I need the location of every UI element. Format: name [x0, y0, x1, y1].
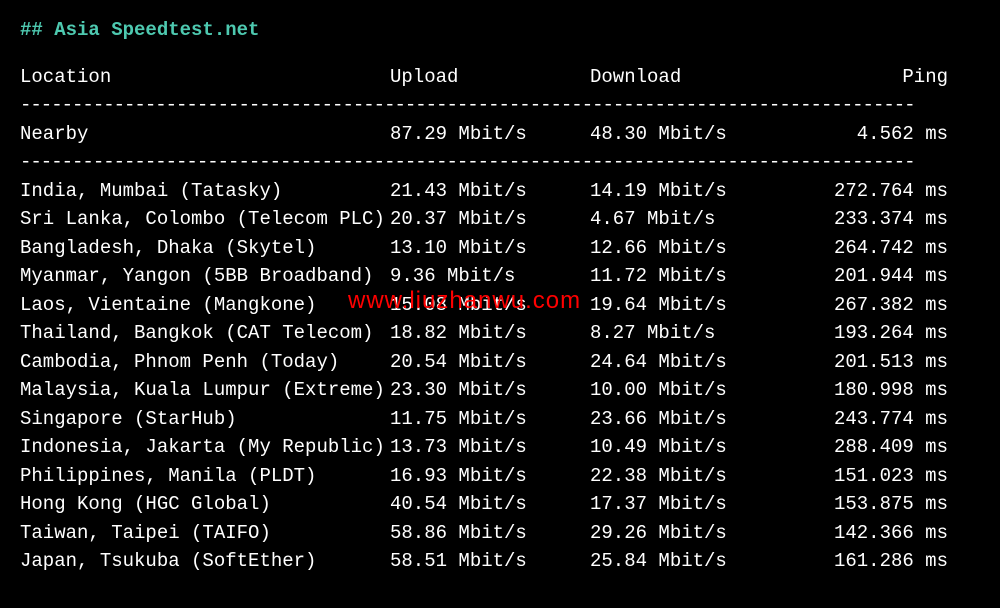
row-upload: 40.54 Mbit/s — [390, 490, 590, 519]
row-download: 17.37 Mbit/s — [590, 490, 790, 519]
row-location: Taiwan, Taipei (TAIFO) — [20, 519, 390, 548]
row-ping: 180.998 ms — [790, 376, 948, 405]
divider-line: ----------------------------------------… — [20, 148, 980, 177]
divider-line: ----------------------------------------… — [20, 91, 980, 120]
row-location: Thailand, Bangkok (CAT Telecom) — [20, 319, 390, 348]
row-location: Bangladesh, Dhaka (Skytel) — [20, 234, 390, 263]
row-ping: 153.875 ms — [790, 490, 948, 519]
row-upload: 20.54 Mbit/s — [390, 348, 590, 377]
table-row: Sri Lanka, Colombo (Telecom PLC)20.37 Mb… — [20, 205, 980, 234]
table-row: Singapore (StarHub)11.75 Mbit/s23.66 Mbi… — [20, 405, 980, 434]
row-upload: 18.82 Mbit/s — [390, 319, 590, 348]
row-download: 4.67 Mbit/s — [590, 205, 790, 234]
row-location: Japan, Tsukuba (SoftEther) — [20, 547, 390, 576]
row-download: 19.64 Mbit/s — [590, 291, 790, 320]
row-upload: 20.37 Mbit/s — [390, 205, 590, 234]
row-ping: 193.264 ms — [790, 319, 948, 348]
table-row: Taiwan, Taipei (TAIFO)58.86 Mbit/s29.26 … — [20, 519, 980, 548]
table-row: Japan, Tsukuba (SoftEther)58.51 Mbit/s25… — [20, 547, 980, 576]
row-ping: 288.409 ms — [790, 433, 948, 462]
table-row: India, Mumbai (Tatasky)21.43 Mbit/s14.19… — [20, 177, 980, 206]
row-download: 12.66 Mbit/s — [590, 234, 790, 263]
row-ping: 201.944 ms — [790, 262, 948, 291]
row-location: Philippines, Manila (PLDT) — [20, 462, 390, 491]
row-ping: 142.366 ms — [790, 519, 948, 548]
row-download: 14.19 Mbit/s — [590, 177, 790, 206]
table-row: Philippines, Manila (PLDT)16.93 Mbit/s22… — [20, 462, 980, 491]
row-download: 8.27 Mbit/s — [590, 319, 790, 348]
row-download: 22.38 Mbit/s — [590, 462, 790, 491]
row-ping: 267.382 ms — [790, 291, 948, 320]
nearby-upload: 87.29 Mbit/s — [390, 120, 590, 149]
table-row: Thailand, Bangkok (CAT Telecom)18.82 Mbi… — [20, 319, 980, 348]
row-download: 23.66 Mbit/s — [590, 405, 790, 434]
header-download: Download — [590, 63, 790, 92]
row-upload: 13.73 Mbit/s — [390, 433, 590, 462]
row-upload: 15.08 Mbit/s — [390, 291, 590, 320]
row-ping: 151.023 ms — [790, 462, 948, 491]
row-location: India, Mumbai (Tatasky) — [20, 177, 390, 206]
row-download: 24.64 Mbit/s — [590, 348, 790, 377]
row-ping: 233.374 ms — [790, 205, 948, 234]
table-row: Malaysia, Kuala Lumpur (Extreme)23.30 Mb… — [20, 376, 980, 405]
table-row: Cambodia, Phnom Penh (Today)20.54 Mbit/s… — [20, 348, 980, 377]
row-download: 29.26 Mbit/s — [590, 519, 790, 548]
row-location: Cambodia, Phnom Penh (Today) — [20, 348, 390, 377]
row-location: Hong Kong (HGC Global) — [20, 490, 390, 519]
row-location: Myanmar, Yangon (5BB Broadband) — [20, 262, 390, 291]
nearby-ping: 4.562 ms — [790, 120, 948, 149]
row-location: Singapore (StarHub) — [20, 405, 390, 434]
row-ping: 201.513 ms — [790, 348, 948, 377]
row-ping: 243.774 ms — [790, 405, 948, 434]
row-location: Indonesia, Jakarta (My Republic) — [20, 433, 390, 462]
row-location: Malaysia, Kuala Lumpur (Extreme) — [20, 376, 390, 405]
nearby-location: Nearby — [20, 120, 390, 149]
header-upload: Upload — [390, 63, 590, 92]
row-upload: 11.75 Mbit/s — [390, 405, 590, 434]
row-location: Sri Lanka, Colombo (Telecom PLC) — [20, 205, 390, 234]
header-ping: Ping — [790, 63, 948, 92]
table-row: Hong Kong (HGC Global)40.54 Mbit/s17.37 … — [20, 490, 980, 519]
row-download: 10.49 Mbit/s — [590, 433, 790, 462]
row-upload: 58.51 Mbit/s — [390, 547, 590, 576]
row-upload: 16.93 Mbit/s — [390, 462, 590, 491]
row-ping: 161.286 ms — [790, 547, 948, 576]
row-upload: 13.10 Mbit/s — [390, 234, 590, 263]
header-row: Location Upload Download Ping — [20, 63, 980, 92]
results-container: India, Mumbai (Tatasky)21.43 Mbit/s14.19… — [20, 177, 980, 576]
table-row: Laos, Vientaine (Mangkone)15.08 Mbit/s19… — [20, 291, 980, 320]
nearby-row: Nearby 87.29 Mbit/s 48.30 Mbit/s 4.562 m… — [20, 120, 980, 149]
page-title: ## Asia Speedtest.net — [20, 16, 980, 45]
table-row: Myanmar, Yangon (5BB Broadband)9.36 Mbit… — [20, 262, 980, 291]
row-upload: 23.30 Mbit/s — [390, 376, 590, 405]
table-row: Indonesia, Jakarta (My Republic)13.73 Mb… — [20, 433, 980, 462]
nearby-download: 48.30 Mbit/s — [590, 120, 790, 149]
row-upload: 9.36 Mbit/s — [390, 262, 590, 291]
row-download: 10.00 Mbit/s — [590, 376, 790, 405]
header-location: Location — [20, 63, 390, 92]
row-ping: 272.764 ms — [790, 177, 948, 206]
row-ping: 264.742 ms — [790, 234, 948, 263]
table-row: Bangladesh, Dhaka (Skytel)13.10 Mbit/s12… — [20, 234, 980, 263]
row-download: 11.72 Mbit/s — [590, 262, 790, 291]
row-upload: 21.43 Mbit/s — [390, 177, 590, 206]
row-location: Laos, Vientaine (Mangkone) — [20, 291, 390, 320]
row-download: 25.84 Mbit/s — [590, 547, 790, 576]
row-upload: 58.86 Mbit/s — [390, 519, 590, 548]
